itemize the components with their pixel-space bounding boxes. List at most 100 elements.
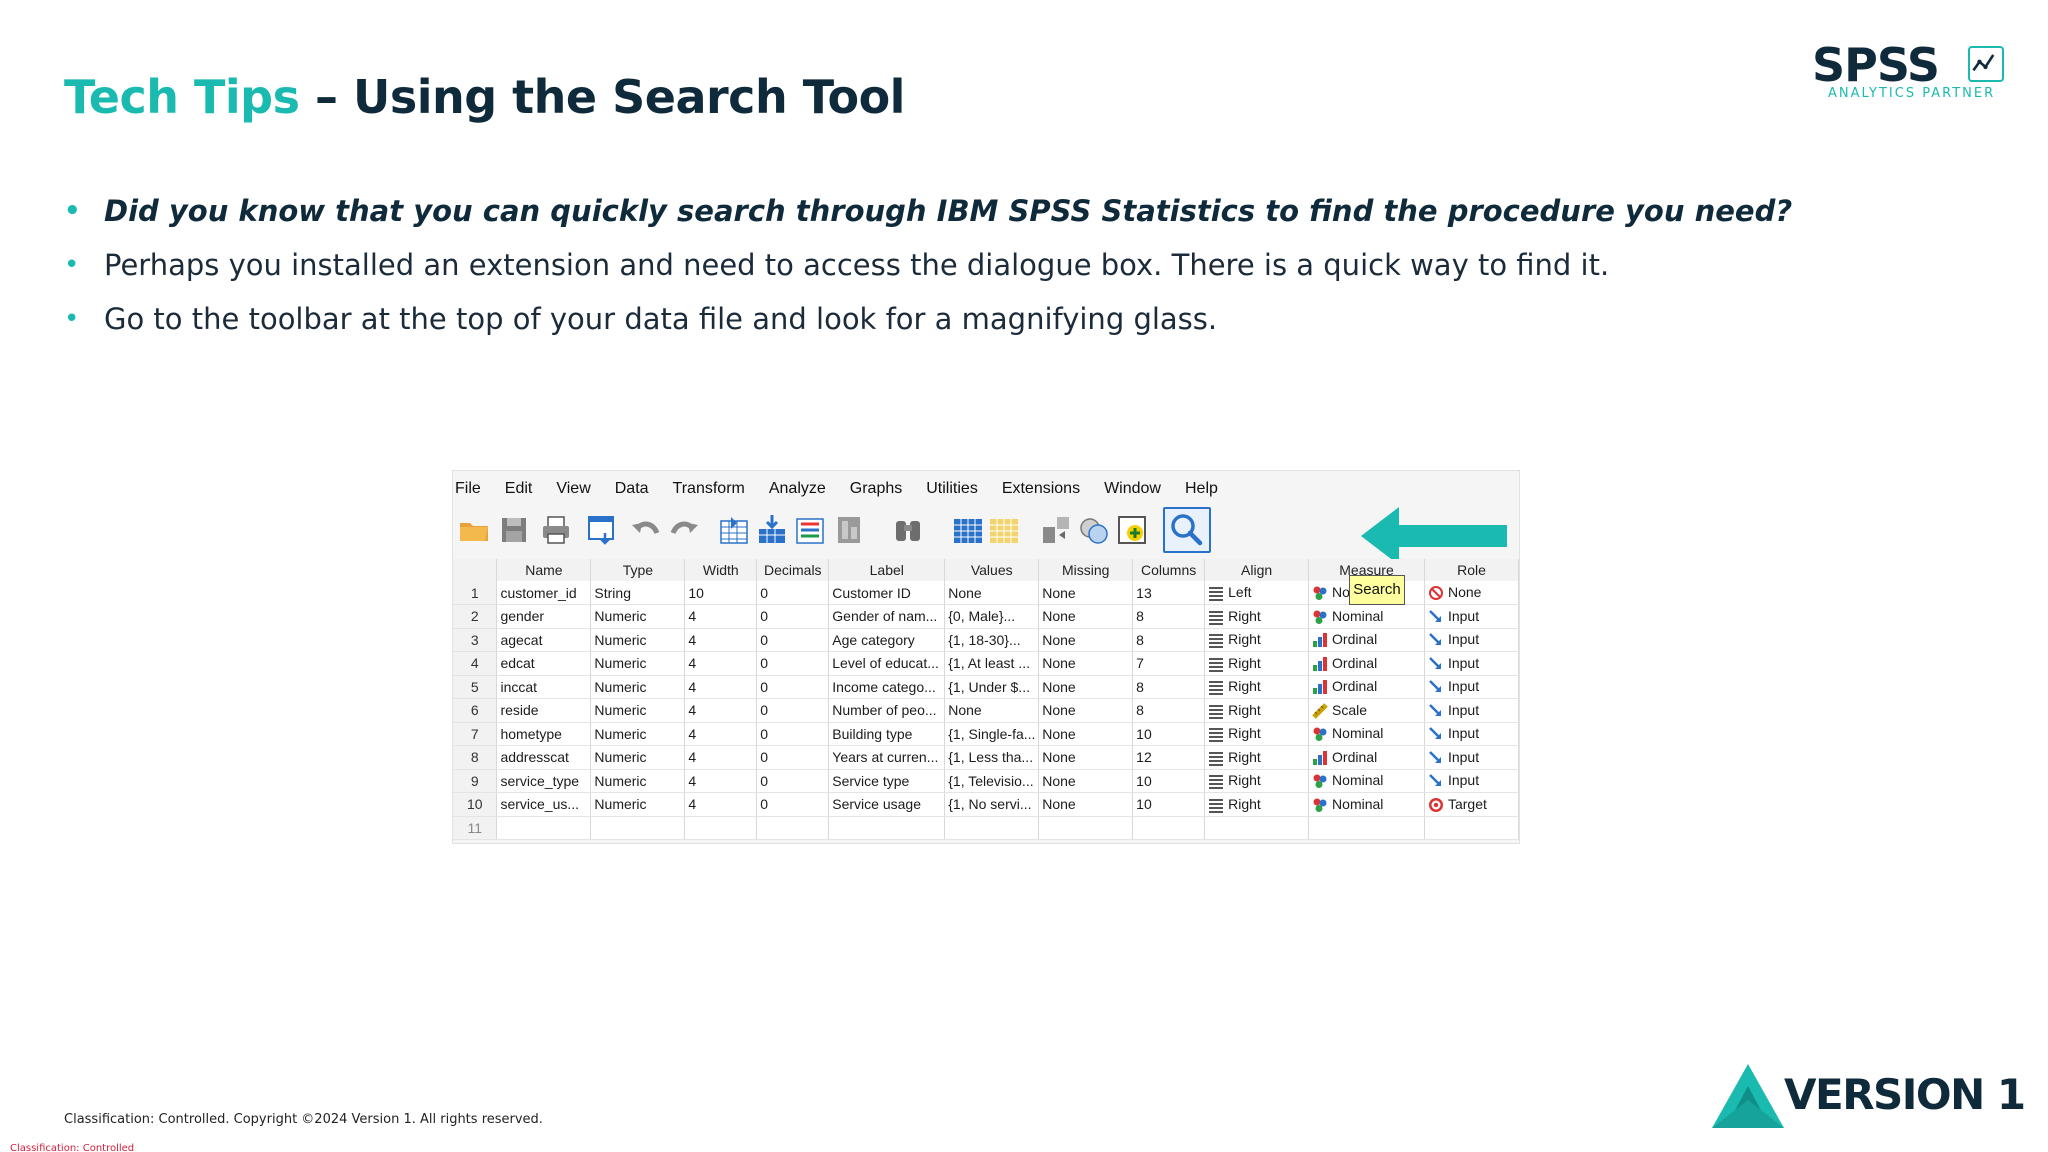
cell-columns[interactable]: 8 [1132,604,1206,629]
goto-variable-icon[interactable] [755,513,789,547]
cell-role[interactable]: Input [1424,628,1519,652]
cell-role[interactable]: Input [1424,769,1519,793]
column-header-rownum[interactable] [453,559,498,581]
cell-measure[interactable]: Scale [1308,698,1425,723]
row-number[interactable]: 10 [453,792,498,817]
menu-item-extensions[interactable]: Extensions [1002,480,1080,498]
cell-columns[interactable]: 8 [1132,675,1206,699]
cell-role[interactable]: Target [1424,792,1519,817]
cell-role[interactable]: Input [1424,604,1519,629]
cell-missing[interactable] [1038,816,1134,840]
cell-align[interactable]: Right [1204,722,1310,746]
cell-measure[interactable]: Nominal [1308,722,1425,746]
column-header-width[interactable]: Width [684,559,758,581]
cell-label[interactable]: Number of peo... [828,698,946,723]
cell-decimals[interactable]: 0 [756,604,830,629]
cell-width[interactable]: 4 [684,604,758,629]
cell-values[interactable] [944,816,1040,840]
cell-align[interactable] [1204,816,1310,840]
cell-missing[interactable]: None [1038,722,1134,746]
cell-width[interactable]: 4 [684,698,758,723]
cell-missing[interactable]: None [1038,651,1134,676]
menu-item-file[interactable]: File [455,480,481,498]
cell-columns[interactable]: 8 [1132,698,1206,723]
menu-item-view[interactable]: View [556,480,590,498]
cell-name[interactable] [496,816,592,840]
row-number[interactable]: 5 [453,675,498,699]
cell-values[interactable]: None [944,581,1040,605]
cell-role[interactable]: Input [1424,722,1519,746]
column-header-name[interactable]: Name [496,559,592,581]
row-number[interactable]: 8 [453,745,498,770]
cell-values[interactable]: {1, Under $... [944,675,1040,699]
cell-decimals[interactable]: 0 [756,628,830,652]
cell-missing[interactable]: None [1038,745,1134,770]
cell-columns[interactable]: 10 [1132,769,1206,793]
cell-decimals[interactable]: 0 [756,792,830,817]
variables-icon[interactable] [793,513,827,547]
cell-measure[interactable]: Nominal [1308,769,1425,793]
cell-align[interactable]: Right [1204,698,1310,723]
row-number[interactable]: 2 [453,604,498,629]
column-header-align[interactable]: Align [1204,559,1310,581]
cell-name[interactable]: gender [496,604,592,629]
cell-columns[interactable]: 10 [1132,792,1206,817]
cell-type[interactable]: Numeric [590,604,686,629]
cell-columns[interactable]: 13 [1132,581,1206,605]
cell-type[interactable]: Numeric [590,675,686,699]
cell-missing[interactable]: None [1038,792,1134,817]
cell-columns[interactable]: 10 [1132,722,1206,746]
column-header-decimals[interactable]: Decimals [756,559,830,581]
cell-type[interactable]: Numeric [590,792,686,817]
cell-columns[interactable] [1132,816,1206,840]
cell-decimals[interactable]: 0 [756,651,830,676]
menu-item-utilities[interactable]: Utilities [926,480,978,498]
cell-columns[interactable]: 12 [1132,745,1206,770]
cell-align[interactable]: Right [1204,628,1310,652]
row-number[interactable]: 7 [453,722,498,746]
cell-align[interactable]: Right [1204,792,1310,817]
cell-type[interactable]: Numeric [590,769,686,793]
menu-item-window[interactable]: Window [1104,480,1161,498]
cell-role[interactable]: None [1424,581,1519,605]
column-header-columns[interactable]: Columns [1132,559,1206,581]
cell-label[interactable]: Service usage [828,792,946,817]
cell-type[interactable]: Numeric [590,745,686,770]
cell-type[interactable]: String [590,581,686,605]
cell-name[interactable]: addresscat [496,745,592,770]
menu-item-help[interactable]: Help [1185,480,1218,498]
cell-type[interactable]: Numeric [590,698,686,723]
row-number[interactable]: 1 [453,581,498,605]
cell-values[interactable]: None [944,698,1040,723]
cell-values[interactable]: {1, 18-30}... [944,628,1040,652]
cell-name[interactable]: service_type [496,769,592,793]
run-descriptives-icon[interactable] [833,513,867,547]
column-header-missing[interactable]: Missing [1038,559,1134,581]
row-number[interactable]: 3 [453,628,498,652]
row-number[interactable]: 4 [453,651,498,676]
print-icon[interactable] [539,513,573,547]
menu-item-graphs[interactable]: Graphs [850,480,902,498]
cell-name[interactable]: agecat [496,628,592,652]
column-header-type[interactable]: Type [590,559,686,581]
find-icon[interactable] [891,513,925,547]
cell-decimals[interactable]: 0 [756,722,830,746]
cell-label[interactable]: Years at curren... [828,745,946,770]
cell-width[interactable]: 4 [684,628,758,652]
cell-decimals[interactable]: 0 [756,581,830,605]
save-icon[interactable] [497,513,531,547]
column-header-role[interactable]: Role [1424,559,1519,581]
cell-columns[interactable]: 8 [1132,628,1206,652]
cell-decimals[interactable]: 0 [756,769,830,793]
cell-type[interactable]: Numeric [590,722,686,746]
cell-label[interactable]: Service type [828,769,946,793]
cell-width[interactable] [684,816,758,840]
weight-cases-icon[interactable] [1077,513,1111,547]
cell-label[interactable] [828,816,946,840]
cell-values[interactable]: {1, At least ... [944,651,1040,676]
cell-align[interactable]: Right [1204,675,1310,699]
select-cases-icon[interactable] [1115,513,1149,547]
insert-variable-icon[interactable] [987,513,1021,547]
cell-name[interactable]: service_us... [496,792,592,817]
cell-missing[interactable]: None [1038,604,1134,629]
